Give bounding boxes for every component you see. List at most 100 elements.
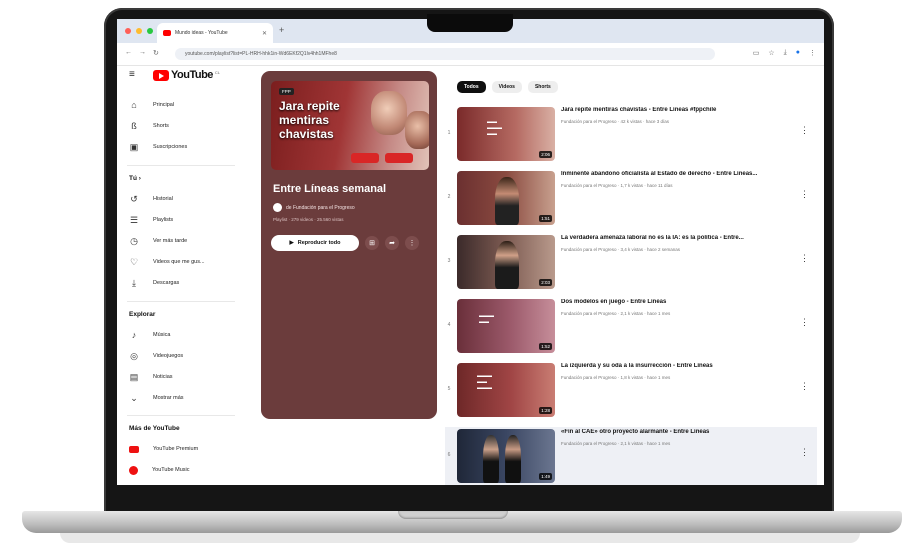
chip-shorts[interactable]: Shorts <box>527 81 558 93</box>
sidebar-item-playlists[interactable]: ☰ Playlists <box>129 214 173 226</box>
video-row[interactable]: 4 ▬▬▬ ▬▬ 1:52 Dos modelos en juego - Entr… <box>445 297 817 355</box>
tab-title: Mundo ideas - YouTube <box>175 30 228 36</box>
reload-icon[interactable]: ↻ <box>153 49 159 57</box>
channel-avatar <box>273 203 282 212</box>
video-title[interactable]: La izquierda y su oda a la insurrección … <box>561 363 801 369</box>
chevron-right-icon: › <box>138 175 141 182</box>
new-tab-icon[interactable]: + <box>279 25 284 35</box>
playlist-panel: FPP Jara repite mentiras chavistas Entre… <box>261 71 437 419</box>
thumbnail-person <box>505 435 521 483</box>
video-more-icon[interactable]: ⋮ <box>800 253 809 264</box>
video-title[interactable]: Inminente abandono oficialista al Estado… <box>561 171 801 177</box>
close-tab-icon[interactable]: ✕ <box>262 30 267 37</box>
profile-icon[interactable]: ● <box>796 49 800 57</box>
video-thumbnail[interactable]: ▬▬▬ ▬▬ ▬▬▬ 1:28 <box>457 363 555 417</box>
sidebar-item-historial[interactable]: ↺ Historial <box>129 193 173 205</box>
video-more-icon[interactable]: ⋮ <box>800 189 809 200</box>
sidebar-item-label: Playlists <box>153 217 174 223</box>
video-row[interactable]: 3 2:03 La verdadera amenaza laboral no e… <box>445 233 817 291</box>
video-more-icon[interactable]: ⋮ <box>800 447 809 458</box>
like-icon: ♡ <box>129 256 139 267</box>
video-duration: 2:06 <box>539 151 552 158</box>
clock-icon: ◷ <box>130 235 138 246</box>
sidebar-item-label: Noticias <box>153 374 173 380</box>
sidebar-item-principal[interactable]: ⌂ Principal <box>129 99 174 111</box>
sidebar-item-mostrar-mas[interactable]: ⌄ Mostrar más <box>129 392 183 404</box>
playlist-title: Entre Líneas semanal <box>273 183 387 195</box>
video-title[interactable]: «Fin al CAE» otro proyecto alarmante - E… <box>561 429 801 435</box>
chip-todos[interactable]: Todos <box>457 81 486 93</box>
playlists-icon: ☰ <box>129 214 139 225</box>
video-meta: Fundación para el Progreso · 1,8 k vista… <box>561 375 671 380</box>
video-row[interactable]: 1 ▬▬ ▬▬▬ ▬▬ 2:06 Jara repite mentiras chav… <box>445 105 817 163</box>
laptop-opening-lip <box>398 511 508 519</box>
sidebar-item-label: Principal <box>153 102 175 108</box>
close-window-button[interactable] <box>125 28 131 34</box>
sidebar-item-videojuegos[interactable]: ◎ Videojuegos <box>129 350 183 362</box>
sidebar-item-youtube-premium[interactable]: YouTube Premium <box>129 443 198 455</box>
minimize-window-button[interactable] <box>136 28 142 34</box>
play-all-button[interactable]: ▶ Reproducir todo <box>271 235 359 251</box>
download-icon: ⤓ <box>132 277 136 288</box>
sidebar-item-suscripciones[interactable]: ▣ Suscripciones <box>129 141 188 153</box>
sidebar-item-videos-que-me-gustan[interactable]: ♡ Videos que me gus... <box>129 256 205 268</box>
browser-tab[interactable]: Mundo ideas - YouTube ✕ <box>157 23 273 43</box>
sidebar-item-musica[interactable]: ♪ Música <box>129 329 171 341</box>
back-icon[interactable]: ← <box>125 49 132 56</box>
video-index: 3 <box>447 258 451 264</box>
thumbnail-badge <box>351 153 379 163</box>
video-thumbnail[interactable]: ▬▬▬ ▬▬ 1:52 <box>457 299 555 353</box>
url-input[interactable]: youtube.com/playlist?list=PL-HRH-hhk1in-… <box>175 48 715 60</box>
video-meta: Fundación para el Progreso · 3,4 k vista… <box>561 247 681 252</box>
sidebar-item-label: Descargas <box>153 280 180 286</box>
video-thumbnail[interactable]: ▬▬ ▬▬▬ ▬▬ 2:06 <box>457 107 555 161</box>
chip-videos[interactable]: Videos <box>491 81 522 93</box>
country-code: CL <box>214 69 221 75</box>
playlist-meta: Playlist · 279 videos · 25.560 vistas <box>273 217 344 222</box>
download-icon[interactable]: ⤓ <box>784 49 787 57</box>
sidebar-item-shorts[interactable]: ß Shorts <box>129 120 169 132</box>
video-title[interactable]: Jara repite mentiras chavistas - Entre L… <box>561 107 801 113</box>
browser-toolbar: ▭ ☆ ⤓ ● ⋮ <box>753 49 816 57</box>
playlist-channel[interactable]: de Fundación para el Progreso <box>273 203 355 212</box>
video-row[interactable]: 2 1:51 Inminente abandono oficialista al… <box>445 169 817 227</box>
video-duration: 2:03 <box>539 279 552 286</box>
video-row[interactable]: 5 ▬▬▬ ▬▬ ▬▬▬ 1:28 La izquierda y su oda a … <box>445 361 817 419</box>
save-playlist-icon[interactable]: ⊞ <box>365 236 379 250</box>
video-title[interactable]: La verdadera amenaza laboral no es la IA… <box>561 235 801 241</box>
sidebar-item-noticias[interactable]: ▤ Noticias <box>129 371 173 383</box>
sidebar-item-ver-mas-tarde[interactable]: ◷ Ver más tarde <box>129 235 187 247</box>
video-meta: Fundación para el Progreso · 1,7 k vista… <box>561 183 673 188</box>
video-more-icon[interactable]: ⋮ <box>800 381 809 392</box>
sidebar-divider <box>127 165 235 166</box>
sidebar: ⌂ Principal ß Shorts ▣ Suscripciones Tú … <box>117 91 245 485</box>
hamburger-menu-icon[interactable]: ≡ <box>129 69 135 80</box>
video-index: 6 <box>447 452 451 458</box>
video-thumbnail[interactable]: 1:51 <box>457 171 555 225</box>
video-title[interactable]: Dos modelos en juego - Entre Líneas <box>561 299 801 305</box>
sidebar-item-descargas[interactable]: ⤓ Descargas <box>129 277 179 289</box>
sidebar-item-youtube-music[interactable]: YouTube Music <box>129 464 190 476</box>
video-meta: Fundación para el Progreso · 2,1 k vista… <box>561 441 671 446</box>
video-more-icon[interactable]: ⋮ <box>800 317 809 328</box>
forward-icon[interactable]: → <box>139 49 146 56</box>
more-options-icon[interactable]: ⋮ <box>405 236 419 250</box>
browser-menu-icon[interactable]: ⋮ <box>809 49 816 57</box>
bookmark-star-icon[interactable]: ☆ <box>768 49 774 57</box>
share-icon[interactable]: ➦ <box>385 236 399 250</box>
play-icon: ▶ <box>289 240 294 246</box>
video-thumbnail[interactable]: 2:03 <box>457 235 555 289</box>
sidebar-heading-tu[interactable]: Tú › <box>129 175 141 182</box>
cast-icon[interactable]: ▭ <box>753 49 760 57</box>
heading-text: Tú <box>129 175 137 182</box>
logo-text: YouTube <box>171 69 213 81</box>
sidebar-item-label: Música <box>153 332 171 338</box>
video-row-current[interactable]: 6 1:49 «Fin al CAE» otro proyecto alarma… <box>445 427 817 485</box>
video-thumbnail[interactable]: 1:49 <box>457 429 555 483</box>
video-duration: 1:28 <box>539 407 552 414</box>
sidebar-item-label: Suscripciones <box>153 144 188 150</box>
video-more-icon[interactable]: ⋮ <box>800 125 809 136</box>
youtube-logo[interactable]: YouTube CL <box>153 69 220 81</box>
maximize-window-button[interactable] <box>147 28 153 34</box>
playlist-thumbnail[interactable]: FPP Jara repite mentiras chavistas <box>271 81 429 170</box>
